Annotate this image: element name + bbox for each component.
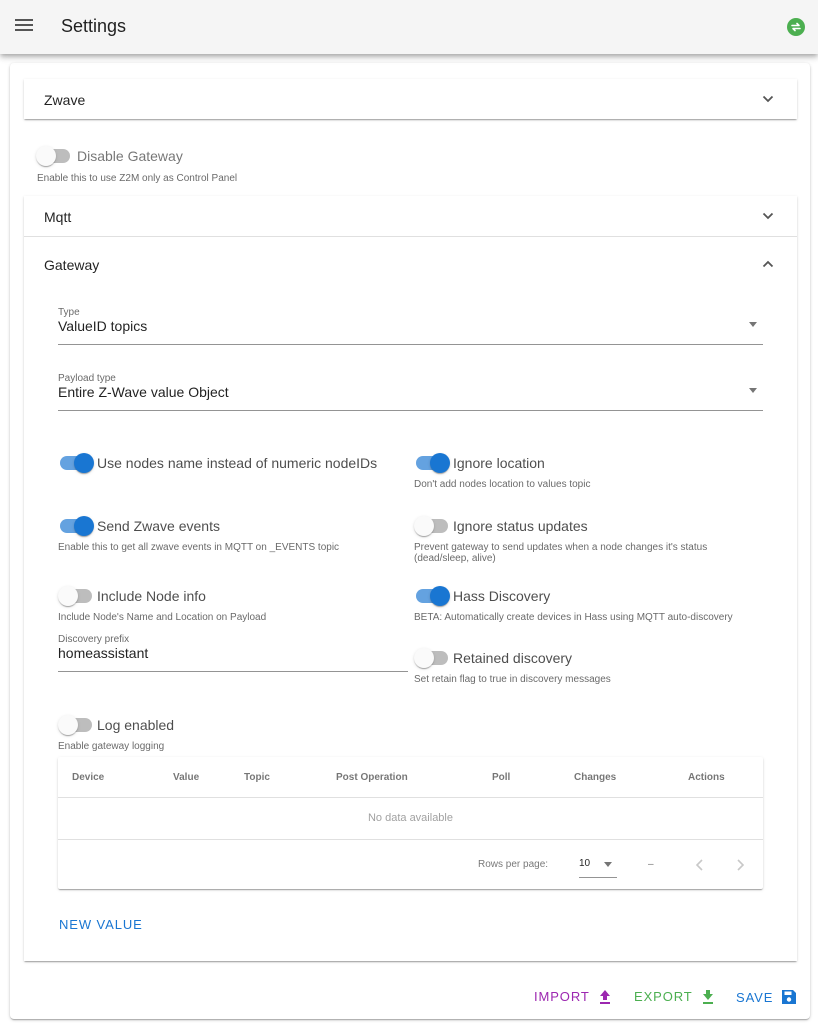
app-bar: Settings	[0, 0, 818, 54]
column-header-changes[interactable]: Changes	[574, 772, 616, 783]
column-header-actions[interactable]: Actions	[688, 772, 725, 783]
chevron-right-icon	[737, 859, 745, 871]
log-enabled-hint: Enable gateway logging	[58, 741, 165, 752]
include-node-info-switch[interactable]	[58, 586, 94, 606]
ignore-location-hint: Don't add nodes location to values topic	[414, 479, 591, 490]
disable-gateway-switch[interactable]	[36, 146, 72, 166]
include-node-info-hint: Include Node's Name and Location on Payl…	[58, 612, 267, 623]
export-label: Export	[634, 989, 693, 1004]
include-node-info-label: Include Node info	[97, 588, 206, 604]
mqtt-panel-header[interactable]: Mqtt	[24, 196, 797, 236]
chevron-down-icon	[762, 95, 774, 103]
page-range: –	[648, 859, 654, 870]
hass-discovery-hint: BETA: Automatically create devices in Ha…	[414, 612, 733, 623]
discovery-prefix-label: Discovery prefix	[58, 634, 130, 645]
download-icon	[701, 989, 715, 1007]
column-header-value[interactable]: Value	[173, 772, 199, 783]
hass-discovery-switch[interactable]	[414, 586, 450, 606]
ignore-status-label: Ignore status updates	[453, 518, 588, 534]
use-nodes-name-switch[interactable]	[58, 453, 94, 473]
send-events-label: Send Zwave events	[97, 518, 220, 534]
new-value-button[interactable]: New Value	[59, 917, 143, 932]
import-button[interactable]: Import	[534, 989, 612, 1007]
retained-discovery-hint: Set retain flag to true in discovery mes…	[414, 674, 611, 685]
chevron-down-icon	[762, 212, 774, 220]
send-events-switch[interactable]	[58, 516, 94, 536]
send-events-hint: Enable this to get all zwave events in M…	[58, 542, 340, 553]
payload-type-value: Entire Z-Wave value Object	[58, 384, 229, 400]
log-enabled-switch[interactable]	[58, 715, 94, 735]
page-title: Settings	[61, 16, 127, 36]
type-value: ValueID topics	[58, 318, 148, 334]
previous-page-button[interactable]	[690, 855, 710, 875]
gateway-panel-label: Gateway	[44, 257, 100, 273]
ignore-status-switch[interactable]	[414, 516, 450, 536]
next-page-button[interactable]	[730, 855, 750, 875]
rows-per-page-label: Rows per page:	[478, 859, 549, 870]
chevron-up-icon	[762, 260, 774, 268]
dropdown-caret-icon	[749, 388, 757, 393]
use-nodes-name-label: Use nodes name instead of numeric nodeID…	[97, 455, 378, 471]
disable-gateway-hint: Enable this to use Z2M only as Control P…	[37, 173, 238, 184]
menu-button[interactable]	[10, 13, 38, 41]
disable-gateway-label: Disable Gateway	[77, 148, 183, 164]
zwave-panel: Zwave	[24, 79, 797, 119]
type-label: Type	[58, 307, 80, 318]
dropdown-caret-icon	[604, 862, 612, 867]
floppy-disk-icon	[781, 989, 797, 1008]
zwave-panel-header[interactable]: Zwave	[24, 79, 797, 119]
gateway-panel-header[interactable]: Gateway	[24, 244, 797, 284]
settings-card: Zwave Disable Gateway Enable this to use…	[10, 63, 810, 1019]
zwave-panel-label: Zwave	[44, 92, 86, 108]
column-header-topic[interactable]: Topic	[244, 772, 270, 783]
discovery-prefix-value: homeassistant	[58, 645, 149, 661]
hass-discovery-label: Hass Discovery	[453, 588, 551, 604]
discovery-prefix-field[interactable]: Discovery prefix homeassistant	[58, 634, 408, 672]
retained-discovery-switch[interactable]	[414, 648, 450, 668]
rows-per-page-value: 10	[579, 858, 591, 869]
column-header-device[interactable]: Device	[72, 772, 104, 783]
upload-icon	[598, 989, 612, 1007]
divider	[24, 236, 797, 237]
dropdown-caret-icon	[749, 322, 757, 327]
payload-type-label: Payload type	[58, 373, 116, 384]
ignore-location-switch[interactable]	[414, 453, 450, 473]
chevron-left-icon	[695, 859, 703, 871]
ignore-location-label: Ignore location	[453, 455, 545, 471]
empty-table-message: No data available	[367, 812, 453, 824]
sync-status-icon[interactable]	[787, 18, 805, 36]
import-label: Import	[534, 989, 590, 1004]
payload-type-select[interactable]: Payload type Entire Z-Wave value Object	[58, 373, 763, 411]
ignore-status-hint: Prevent gateway to send updates when a n…	[414, 542, 708, 564]
save-button[interactable]: Save	[736, 989, 797, 1008]
column-header-post-operation[interactable]: Post Operation	[336, 772, 408, 783]
menu-icon	[15, 19, 33, 31]
column-header-poll[interactable]: Poll	[492, 772, 510, 783]
export-button[interactable]: Export	[634, 989, 715, 1007]
type-select[interactable]: Type ValueID topics	[58, 307, 763, 345]
save-label: Save	[736, 990, 774, 1005]
retained-discovery-label: Retained discovery	[453, 650, 573, 666]
mqtt-gateway-panels: Mqtt Gateway Type ValueID topics Payload…	[24, 196, 797, 961]
rows-per-page-select[interactable]: 10	[579, 854, 617, 878]
mqtt-panel-label: Mqtt	[44, 209, 72, 225]
log-enabled-label: Log enabled	[97, 717, 175, 733]
values-table: Device Value Topic Post Operation Poll C…	[58, 757, 763, 889]
